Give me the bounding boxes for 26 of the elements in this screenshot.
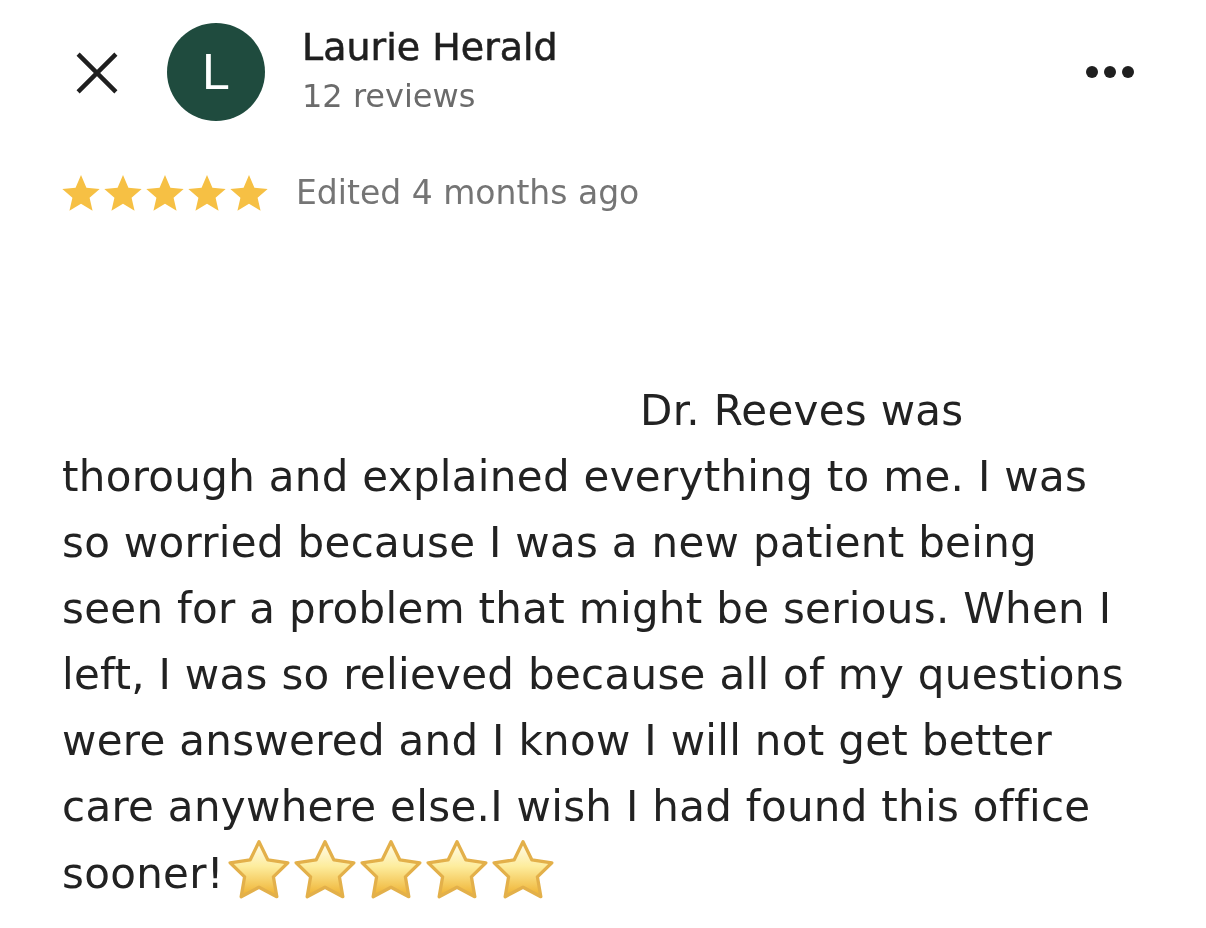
star-emoji-icon: [293, 840, 356, 899]
edited-date: Edited 4 months ago: [296, 173, 640, 213]
review-text-line: so worried because I was a new patient being: [62, 518, 1038, 567]
review-text-line: Dr. Reeves was: [640, 386, 964, 435]
close-button[interactable]: [76, 52, 118, 94]
more-button[interactable]: [1086, 66, 1134, 78]
star-emoji-icon: [359, 840, 422, 899]
review-text-line: care anywhere else.I wish I had found this office: [62, 782, 1091, 831]
more-icon: [1086, 66, 1134, 78]
star-icon: [230, 175, 268, 211]
star-icon: [188, 175, 226, 211]
review-text-line: sooner!: [62, 849, 224, 898]
star-icon: [146, 175, 184, 211]
review-count: 12 reviews: [302, 76, 476, 116]
star-icon: [104, 175, 142, 211]
review-text-line: were answered and I know I will not get better: [62, 716, 1053, 765]
close-icon: [76, 52, 118, 94]
star-icon: [62, 175, 100, 211]
star-emoji-icon: [425, 840, 488, 899]
review-text-line: thorough and explained everything to me. I was: [62, 452, 1088, 501]
star-emoji-icon: [227, 840, 290, 899]
review-text-line: seen for a problem that might be serious. When I: [62, 584, 1112, 633]
avatar: L: [167, 23, 265, 121]
reviewer-name[interactable]: Laurie Herald: [302, 24, 558, 70]
review-text-line: left, I was so relieved because all of my questions: [62, 650, 1124, 699]
star-emoji-icon: [491, 840, 554, 899]
